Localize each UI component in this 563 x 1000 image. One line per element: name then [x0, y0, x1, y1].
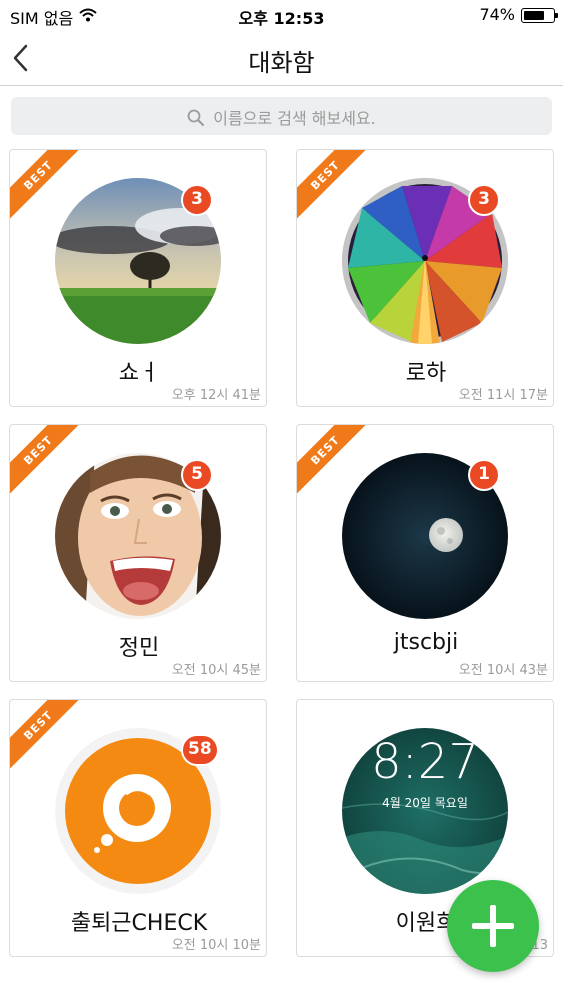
unread-badge: 5: [181, 459, 213, 491]
search-placeholder: 이름으로 검색 해보세요.: [213, 109, 376, 128]
page-title: 대화함: [248, 49, 315, 77]
unread-badge: 58: [181, 734, 219, 766]
room-timestamp: 오전 10시 10분: [171, 938, 261, 953]
status-bar: SIM 없음 오후 12:53 74%: [0, 0, 563, 30]
unread-badge: 3: [181, 184, 213, 216]
room-name: 정민: [118, 636, 160, 661]
chat-room-card[interactable]: BEST 5 정민 오전 10시 45분: [9, 424, 267, 682]
lockscreen-date: 4월 20일 목요일: [382, 796, 468, 810]
add-chat-button[interactable]: [447, 880, 539, 972]
room-name: jtscbji: [393, 630, 459, 655]
room-name: 출퇴근CHECK: [70, 911, 208, 936]
chat-room-card[interactable]: BEST 3 로하 오전 11시 17분: [296, 149, 554, 407]
chat-room-card[interactable]: BEST 1 jtscbji 오전 10시 43분: [296, 424, 554, 682]
battery-fill: [524, 11, 544, 20]
unread-badge: 1: [468, 459, 500, 491]
battery-icon: [521, 8, 558, 23]
search-icon: [187, 109, 205, 126]
battery-percent: 74%: [479, 5, 515, 24]
lockscreen-time: 8:27: [371, 734, 479, 790]
chat-room-card[interactable]: BEST 3 쇼ㅓ 오후 12시 41분: [9, 149, 267, 407]
room-timestamp: 오전 11시 17분: [458, 388, 548, 403]
search-input[interactable]: 이름으로 검색 해보세요.: [11, 97, 552, 135]
room-name: 쇼ㅓ: [118, 361, 160, 386]
avatar: 8:27 4월 20일 목요일: [342, 728, 508, 894]
room-timestamp: 오전 10시 45분: [171, 663, 261, 678]
chat-room-card[interactable]: BEST 58 출퇴근CHECK 오전 10시 10분: [9, 699, 267, 957]
room-name: 로하: [405, 361, 447, 386]
room-timestamp: 오전 10시 43분: [458, 663, 548, 678]
unread-badge: 3: [468, 184, 500, 216]
room-timestamp: 오후 12시 41분: [171, 388, 261, 403]
nav-bar: 대화함: [0, 30, 563, 86]
